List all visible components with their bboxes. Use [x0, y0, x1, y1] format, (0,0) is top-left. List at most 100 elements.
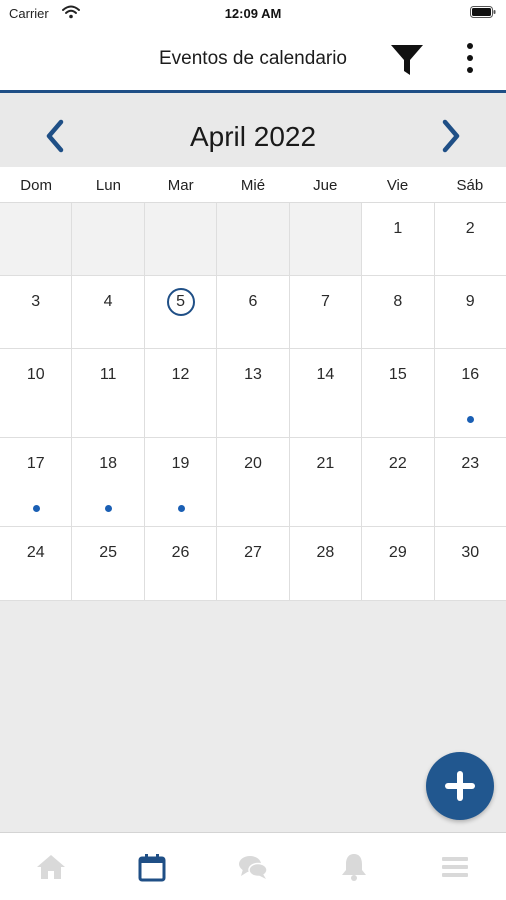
calendar-grid: 1 2 3 4 5 6 7 8 9 10 11 12 13 14 15 16 17 18 19 20 21 22 23 24 2…: [0, 203, 506, 601]
day-cell[interactable]: 3: [0, 276, 73, 348]
home-icon: [36, 855, 65, 879]
app-header: Eventos de calendario: [0, 28, 506, 90]
day-number: 1: [393, 220, 403, 237]
chat-icon: [239, 856, 268, 879]
bell-icon: [342, 854, 367, 881]
day-cell[interactable]: 20: [217, 438, 290, 526]
add-event-button[interactable]: [426, 752, 494, 820]
day-number: 30: [461, 544, 480, 561]
week-row: 17 18 19 20 21 22 23: [0, 438, 506, 527]
day-number: 3: [31, 293, 41, 310]
day-cell[interactable]: 23: [434, 438, 506, 526]
day-cell[interactable]: 25: [72, 527, 145, 600]
day-number: 19: [171, 455, 190, 472]
day-number: 22: [388, 455, 407, 472]
day-cell[interactable]: 10: [0, 349, 73, 437]
day-cell[interactable]: 27: [217, 527, 290, 600]
bottom-tab-bar: [0, 832, 506, 900]
day-cell[interactable]: 8: [362, 276, 435, 348]
day-cell[interactable]: 28: [289, 527, 363, 600]
day-number: 10: [26, 366, 45, 383]
month-title: April 2022: [189, 121, 317, 152]
day-number: 2: [465, 220, 475, 237]
day-cell[interactable]: 26: [144, 527, 218, 600]
chevron-right-icon: [442, 119, 460, 153]
day-cell[interactable]: 30: [434, 527, 506, 600]
empty-day-cell: [144, 203, 218, 275]
weekday-label: Dom: [20, 177, 52, 194]
day-number: 28: [316, 544, 335, 561]
empty-day-cell: [217, 203, 290, 275]
weekday-label: Mar: [167, 177, 194, 194]
more-options-button[interactable]: [457, 41, 483, 79]
day-number: 27: [244, 544, 262, 561]
day-cell[interactable]: 15: [362, 349, 435, 437]
tab-messages[interactable]: [202, 833, 303, 900]
plus-icon: [445, 771, 475, 801]
empty-day-cell: [72, 203, 145, 275]
empty-day-cell: [0, 203, 73, 275]
day-cell[interactable]: 2: [434, 203, 506, 275]
day-cell[interactable]: 1: [362, 203, 435, 275]
page-title: Eventos de calendario: [158, 48, 347, 69]
day-cell[interactable]: 11: [72, 349, 145, 437]
day-cell[interactable]: 9: [434, 276, 506, 348]
day-cell[interactable]: 4: [72, 276, 145, 348]
filter-button[interactable]: [388, 41, 426, 79]
tab-notifications[interactable]: [304, 833, 405, 900]
weekday-header: Dom Lun Mar Mié Jue Vie Sáb: [0, 167, 506, 203]
day-cell[interactable]: 18: [72, 438, 145, 526]
day-cell[interactable]: 14: [289, 349, 363, 437]
day-cell[interactable]: 29: [362, 527, 435, 600]
day-number: 6: [248, 293, 258, 310]
day-number: 21: [316, 455, 335, 472]
month-navigation: April 2022: [0, 93, 506, 167]
day-number: 20: [244, 455, 262, 472]
day-cell[interactable]: 13: [217, 349, 290, 437]
day-number: 18: [99, 455, 118, 472]
day-number: 17: [26, 455, 45, 472]
day-number: 25: [99, 544, 118, 561]
day-number: 26: [171, 544, 190, 561]
day-cell[interactable]: 22: [362, 438, 435, 526]
day-cell[interactable]: 12: [144, 349, 218, 437]
tab-calendar[interactable]: [101, 833, 202, 900]
status-bar: Carrier 12:09 AM: [0, 0, 506, 28]
event-indicator-dot: [177, 505, 185, 512]
day-cell[interactable]: 5: [144, 276, 218, 348]
day-number: 5: [176, 293, 185, 310]
weekday-label: Vie: [386, 177, 409, 194]
event-indicator-dot: [105, 505, 113, 512]
weekday-label: Mié: [240, 177, 266, 194]
day-number: 8: [393, 293, 403, 310]
day-number: 4: [103, 293, 113, 310]
day-number: 23: [461, 455, 480, 472]
day-cell[interactable]: 21: [289, 438, 363, 526]
calendar-icon: [138, 854, 166, 882]
battery-icon: [470, 6, 496, 18]
day-cell[interactable]: 17: [0, 438, 73, 526]
day-number: 9: [465, 293, 475, 310]
event-indicator-dot: [467, 416, 475, 423]
tab-home[interactable]: [0, 833, 101, 900]
empty-day-cell: [289, 203, 363, 275]
weekday-label: Lun: [95, 177, 121, 194]
day-number: 16: [461, 366, 480, 383]
day-number: 29: [388, 544, 407, 561]
tab-menu[interactable]: [405, 833, 506, 900]
filter-icon: [391, 45, 423, 75]
week-row: 10 11 12 13 14 15 16: [0, 349, 506, 438]
weekday-label: Sáb: [456, 177, 484, 194]
day-number: 13: [244, 366, 262, 383]
day-cell[interactable]: 19: [144, 438, 218, 526]
day-cell[interactable]: 6: [217, 276, 290, 348]
next-month-button[interactable]: [434, 117, 468, 155]
menu-icon: [442, 857, 469, 877]
day-cell[interactable]: 7: [289, 276, 363, 348]
weekday-label: Jue: [313, 177, 338, 194]
day-cell[interactable]: 24: [0, 527, 73, 600]
day-number: 11: [99, 366, 117, 383]
week-row: 12: [0, 203, 506, 276]
status-time: 12:09 AM: [224, 6, 282, 21]
day-cell[interactable]: 16: [434, 349, 506, 437]
